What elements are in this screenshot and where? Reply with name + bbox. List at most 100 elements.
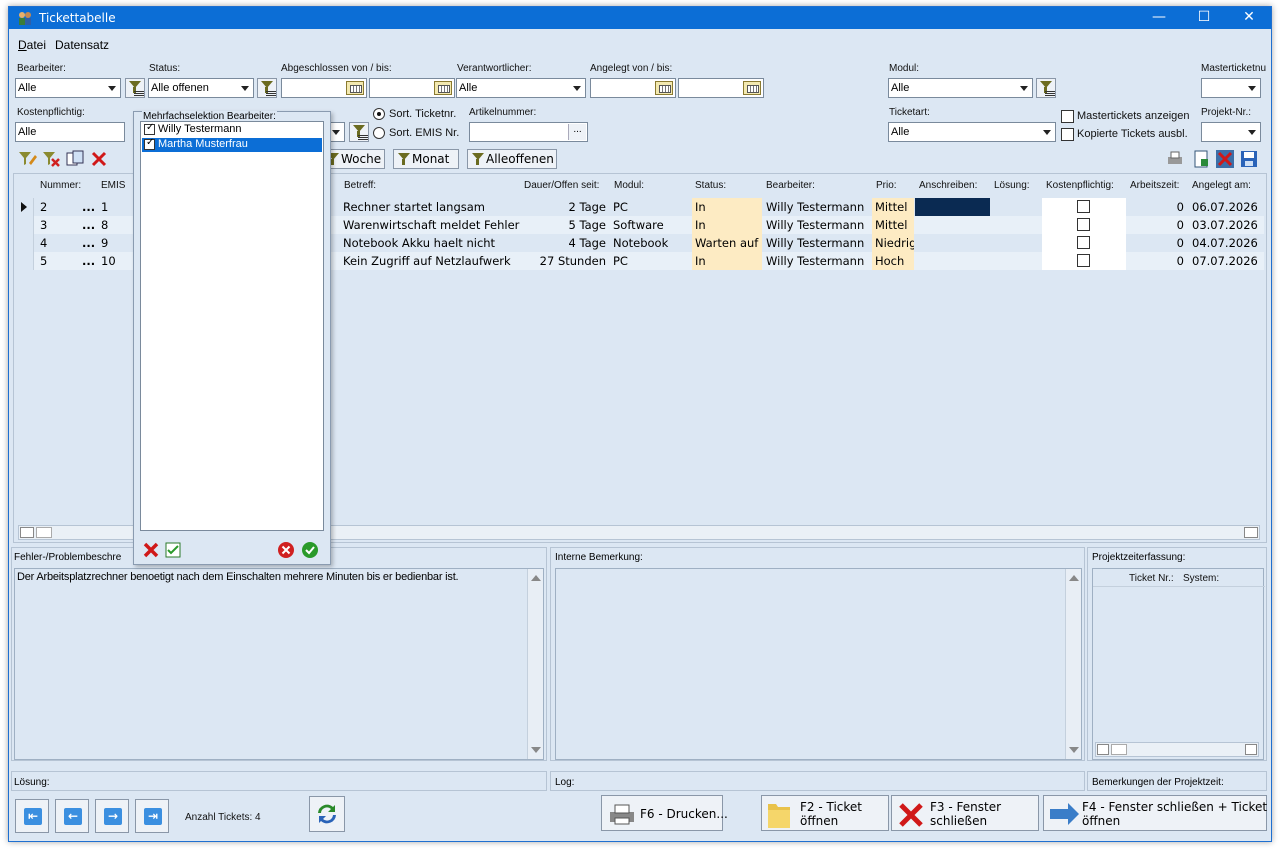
last-record-button[interactable]: ⇥: [135, 799, 169, 833]
bearbeiter-filter-button[interactable]: [125, 78, 145, 98]
kosten-checkbox[interactable]: [1077, 254, 1090, 267]
artikel-browse-button[interactable]: ...: [568, 124, 586, 140]
filter-remove-icon[interactable]: [41, 149, 61, 169]
kosten-checkbox[interactable]: [1077, 200, 1090, 213]
modul-select[interactable]: Alle: [888, 78, 1033, 98]
cancel-circle-icon[interactable]: [277, 541, 295, 559]
cell-dots[interactable]: ...: [82, 216, 98, 234]
cancel-icon[interactable]: [1215, 149, 1235, 169]
cell-anschreiben[interactable]: [915, 252, 990, 270]
col-anschreiben[interactable]: Anschreiben:: [919, 180, 977, 191]
angelegt-bis-field[interactable]: [678, 78, 764, 98]
projekt-select[interactable]: [1201, 122, 1261, 142]
select-all-icon[interactable]: [164, 541, 182, 559]
cell-anschreiben[interactable]: [915, 216, 990, 234]
projekt-hscroll[interactable]: [1095, 742, 1259, 757]
refresh-button[interactable]: [309, 796, 345, 832]
angelegt-von-field[interactable]: [590, 78, 676, 98]
next-record-button[interactable]: →: [95, 799, 129, 833]
kosten-checkbox[interactable]: [1077, 236, 1090, 249]
calendar-icon[interactable]: [743, 81, 761, 95]
projekt-col-system[interactable]: System:: [1183, 573, 1219, 584]
cell-anschreiben[interactable]: [915, 234, 990, 252]
bearbeiter-select[interactable]: Alle: [15, 78, 121, 98]
clear-selection-icon[interactable]: [142, 541, 160, 559]
intern-textarea[interactable]: [555, 568, 1082, 760]
col-nummer[interactable]: Nummer:: [40, 180, 81, 191]
export-icon[interactable]: [1191, 149, 1211, 169]
bearbeiter-list[interactable]: Willy Testermann Martha Musterfrau: [140, 121, 324, 531]
delete-icon[interactable]: [89, 149, 109, 169]
col-modul[interactable]: Modul:: [614, 180, 644, 191]
masterticket-select[interactable]: [1201, 78, 1261, 98]
cell-dots[interactable]: ...: [82, 252, 98, 270]
col-kosten[interactable]: Kostenpflichtig:: [1046, 180, 1114, 191]
abgeschlossen-von-field[interactable]: [281, 78, 367, 98]
fenster-ticket-button[interactable]: F4 - Fenster schließen + Ticket öffnen: [1043, 795, 1267, 831]
printer-icon[interactable]: [1165, 149, 1185, 169]
col-arbeitszeit[interactable]: Arbeitszeit:: [1130, 180, 1179, 191]
kosten-select[interactable]: Alle: [15, 122, 125, 142]
loesung-panel[interactable]: Lösung:: [11, 771, 547, 791]
calendar-icon[interactable]: [434, 81, 452, 95]
col-status[interactable]: Status:: [695, 180, 726, 191]
master-anzeigen-checkbox[interactable]: [1061, 110, 1074, 123]
menu-datensatz[interactable]: Datensatz: [55, 38, 109, 52]
col-betreff[interactable]: Betreff:: [344, 180, 376, 191]
item-checkbox[interactable]: [144, 137, 155, 150]
fehler-textarea[interactable]: Der Arbeitsplatzrechner benoetigt nach d…: [14, 568, 544, 760]
log-panel[interactable]: Log:: [550, 771, 1085, 791]
col-bearbeiter[interactable]: Bearbeiter:: [766, 180, 815, 191]
save-icon[interactable]: [1239, 149, 1259, 169]
col-angelegt[interactable]: Angelegt am:: [1192, 180, 1251, 191]
maximize-button[interactable]: ☐: [1181, 7, 1227, 29]
verantwortlicher-select[interactable]: Alle: [456, 78, 586, 98]
cell-anschreiben[interactable]: [915, 198, 990, 216]
first-record-button[interactable]: ⇤: [15, 799, 49, 833]
cell-arbeitszeit: 0: [1176, 218, 1184, 232]
artikel-field[interactable]: ...: [469, 122, 588, 142]
status-filter-button[interactable]: [257, 78, 277, 98]
bemerkungen-panel[interactable]: Bemerkungen der Projektzeit:: [1087, 771, 1267, 791]
row-selector[interactable]: [14, 216, 34, 234]
row-selector[interactable]: [14, 198, 34, 216]
col-loesung[interactable]: Lösung:: [994, 180, 1030, 191]
minimize-button[interactable]: —: [1136, 7, 1182, 29]
menu-datei[interactable]: Datei: [18, 38, 46, 52]
list-item-selected[interactable]: Martha Musterfrau: [142, 137, 322, 152]
item-checkbox[interactable]: [144, 122, 155, 135]
list-item[interactable]: Willy Testermann: [142, 122, 322, 137]
intern-scrollbar[interactable]: [1065, 569, 1081, 759]
cell-dots[interactable]: ...: [82, 234, 98, 252]
calendar-icon[interactable]: [655, 81, 673, 95]
col-emis[interactable]: EMIS: [101, 180, 125, 191]
status-select[interactable]: Alle offenen: [148, 78, 254, 98]
confirm-circle-icon[interactable]: [301, 541, 319, 559]
scroll-left-button[interactable]: [20, 527, 34, 538]
copy-icon[interactable]: [65, 149, 85, 169]
filter-button-2[interactable]: [349, 122, 369, 142]
row-selector[interactable]: [14, 252, 34, 270]
fenster-schliessen-button[interactable]: F3 - Fenster schließen: [891, 795, 1039, 831]
filter-edit-icon[interactable]: [17, 149, 37, 169]
close-button[interactable]: ✕: [1226, 7, 1271, 29]
kosten-checkbox[interactable]: [1077, 218, 1090, 231]
fehler-scrollbar[interactable]: [527, 569, 543, 759]
calendar-icon[interactable]: [346, 81, 364, 95]
cell-dots[interactable]: ...: [82, 198, 98, 216]
abgeschlossen-bis-field[interactable]: [369, 78, 455, 98]
previous-record-button[interactable]: ←: [55, 799, 89, 833]
col-dauer[interactable]: Dauer/Offen seit:: [524, 180, 599, 191]
ticketart-select[interactable]: Alle: [888, 122, 1056, 142]
sort-emis-radio[interactable]: [373, 127, 385, 139]
scroll-thumb[interactable]: [36, 527, 52, 538]
sort-ticket-radio[interactable]: [373, 108, 385, 120]
kopierte-ausbl-checkbox[interactable]: [1061, 128, 1074, 141]
drucken-button[interactable]: F6 - Drucken...: [601, 795, 728, 831]
col-prio[interactable]: Prio:: [876, 180, 897, 191]
projekt-col-ticket[interactable]: Ticket Nr.:: [1129, 573, 1174, 584]
ticket-oeffnen-button[interactable]: F2 - Ticket öffnen: [761, 795, 889, 831]
modul-filter-button[interactable]: [1036, 78, 1056, 98]
scroll-right-button[interactable]: [1244, 527, 1258, 538]
row-selector[interactable]: [14, 234, 34, 252]
